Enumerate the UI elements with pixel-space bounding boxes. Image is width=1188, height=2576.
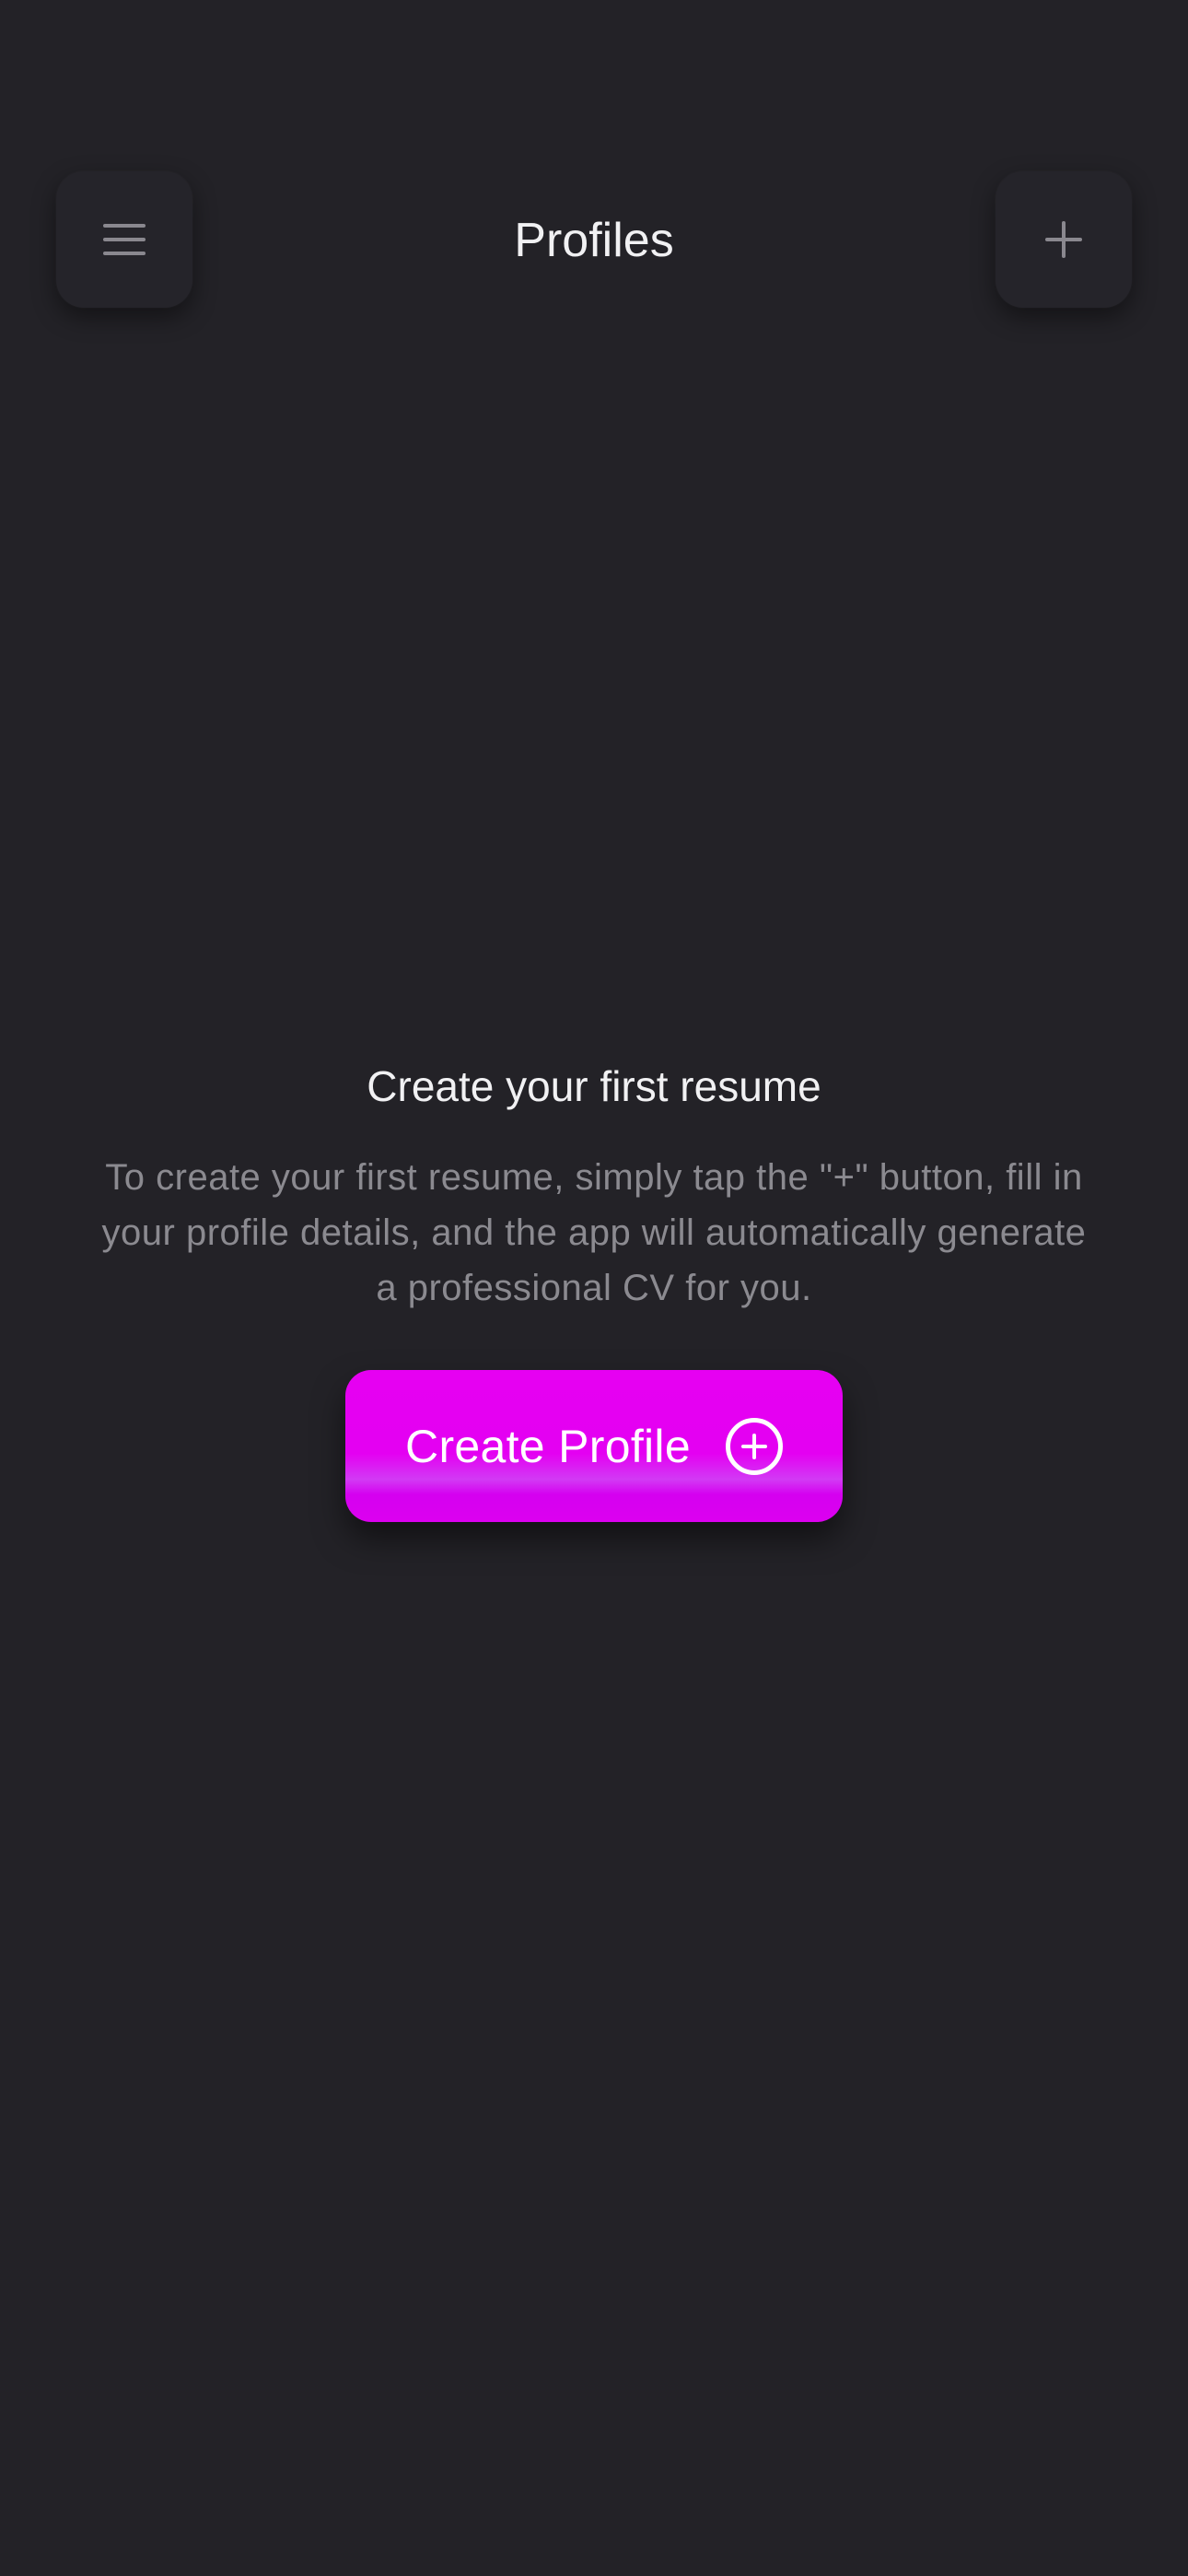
plus-icon [1045, 221, 1082, 258]
create-profile-button[interactable]: Create Profile [345, 1370, 843, 1522]
create-profile-button-label: Create Profile [405, 1420, 691, 1472]
add-profile-button[interactable] [996, 171, 1132, 308]
empty-state-description: To create your first resume, simply tap … [101, 1157, 1087, 1308]
circle-plus-icon [725, 1417, 783, 1475]
empty-state-title: Create your first resume [367, 1062, 821, 1110]
